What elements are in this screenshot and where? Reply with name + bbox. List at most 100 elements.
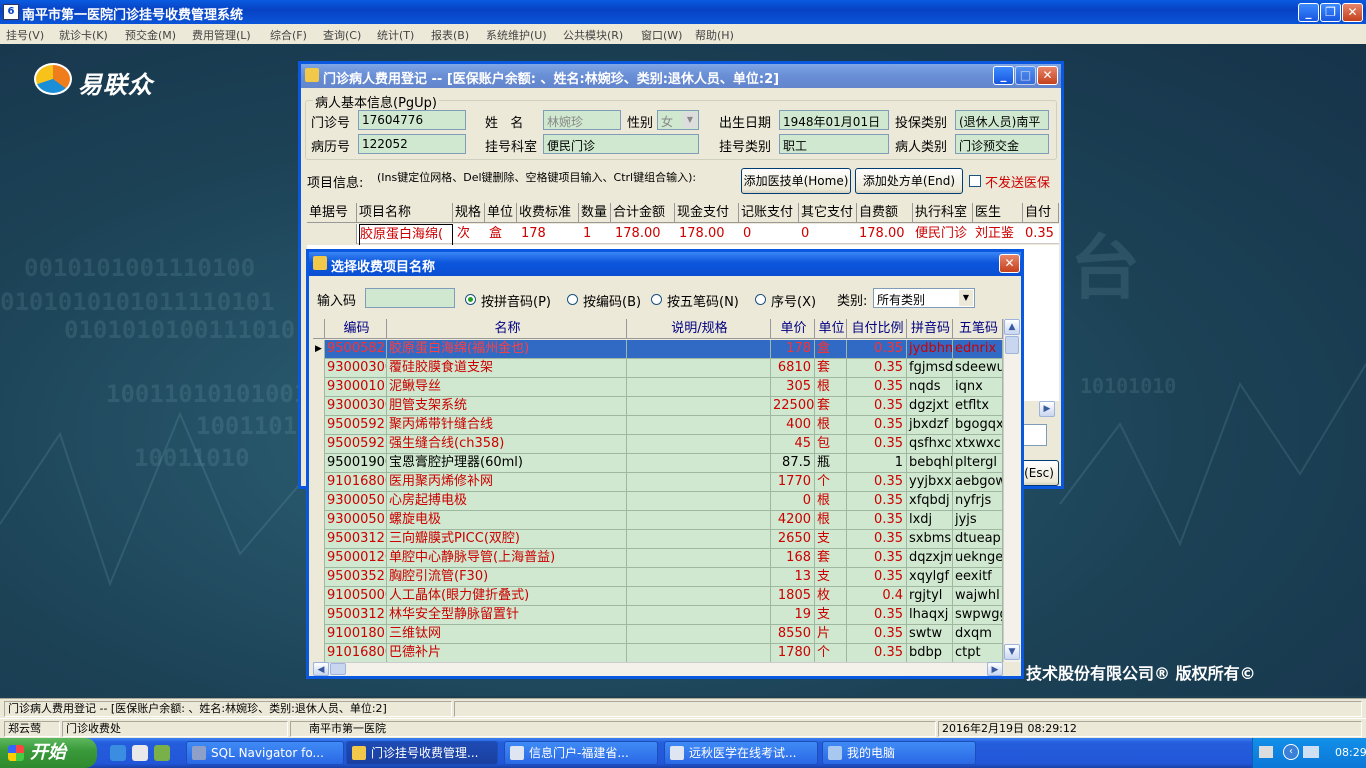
app-shortcut-icon[interactable] (154, 745, 170, 761)
ie-icon[interactable] (110, 745, 126, 761)
clinic-no-field[interactable]: 17604776 (358, 110, 466, 130)
menu-item-register[interactable]: 挂号(V) (6, 27, 44, 43)
item-grid-row[interactable]: 95003525 胸腔引流管(F30) 13 支 0.35 xqylgf eexitf (313, 568, 1003, 587)
menu-item-fee[interactable]: 费用管理(L) (192, 27, 251, 43)
item-grid-column-header[interactable]: 编码 (325, 319, 387, 339)
birth-date-field[interactable]: 1948年01月01日 (779, 110, 889, 130)
chevron-left-icon[interactable]: ‹ (1283, 744, 1299, 760)
task-clinic-system[interactable]: 门诊挂号收费管理... (346, 741, 498, 765)
patient-type-field[interactable]: 门诊预交金 (955, 134, 1049, 154)
keyboard-icon[interactable] (1259, 746, 1273, 758)
menu-item-stats[interactable]: 统计(T) (377, 27, 414, 43)
item-grid-row[interactable]: 95003125三向瓣膜式PICC(双腔) 2650支0.35sxbmspdtue… (313, 530, 1003, 549)
insurance-type-field[interactable]: (退休人员)南平 (955, 110, 1049, 130)
item-grid-row[interactable]: 93000101 泥鳅导丝 305 根 0.35 nqds iqnx (313, 378, 1003, 397)
item-grid-row[interactable]: ▶ 95005825 胶原蛋白海绵(福州金也) 178 盒 0.35 jydbhm ednri… (313, 340, 1003, 359)
menu-item-help[interactable]: 帮助(H) (695, 27, 734, 43)
task-info-portal[interactable]: 信息门户-福建省... (504, 741, 658, 765)
menu-item-report[interactable]: 报表(B) (431, 27, 469, 43)
item-grid-column-header[interactable]: 名称 (387, 319, 627, 339)
dept-field[interactable]: 便民门诊 (543, 134, 699, 154)
fee-grid-column-header[interactable]: 规格 (453, 203, 485, 223)
gender-select[interactable]: 女 ▼ (657, 110, 699, 130)
item-grid-row[interactable]: 93000501 心房起搏电极 0 根 0.35 xfqbdj nyfrjs (313, 492, 1003, 511)
item-grid-column-header[interactable]: 单位 (815, 319, 847, 339)
menu-item-query[interactable]: 查询(C) (323, 27, 361, 43)
item-grid-column-header[interactable]: 说明/规格 (627, 319, 771, 339)
fee-grid-column-header[interactable]: 其它支付 (799, 203, 857, 223)
close-button[interactable]: ✕ (999, 254, 1020, 273)
fee-grid-column-header[interactable]: 医生 (973, 203, 1023, 223)
add-medtech-button[interactable]: 添加医技单(Home) (741, 168, 851, 194)
scroll-left-icon[interactable]: ◀ (313, 662, 329, 676)
fee-grid-column-header[interactable]: 合计金额 (611, 203, 675, 223)
scroll-right-icon[interactable]: ▶ (1039, 401, 1055, 417)
start-button[interactable]: 开始 (0, 738, 97, 768)
maximize-button[interactable]: □ (1015, 66, 1036, 85)
reg-type-field[interactable]: 职工 (779, 134, 889, 154)
item-grid-vscroll[interactable]: ▲ ▼ (1003, 319, 1021, 662)
scroll-down-icon[interactable]: ▼ (1004, 644, 1020, 660)
minimize-button[interactable]: _ (993, 66, 1014, 85)
fee-grid-column-header[interactable]: 记账支付 (739, 203, 799, 223)
item-grid-row[interactable]: 91016800 巴德补片 1780 个 0.35 bdbp ctpt (313, 644, 1003, 662)
item-grid-row[interactable]: 95001900 宝恩膏腔护理器(60ml) 87.5 瓶 1 bebqhl pltergl (313, 454, 1003, 473)
explorer-icon[interactable] (132, 745, 148, 761)
item-grid-row[interactable]: 95000126 单腔中心静脉导管(上海普益) 168 套 0.35 dqzxjm uekn… (313, 549, 1003, 568)
task-exam[interactable]: 远秋医学在线考试... (664, 741, 818, 765)
fee-grid-column-header[interactable]: 收费标准 (517, 203, 579, 223)
scroll-up-icon[interactable]: ▲ (1004, 319, 1020, 335)
item-grid-row[interactable]: 91016800 医用聚丙烯修补网 1770 个 0.35 yyjbxx aebgow (313, 473, 1003, 492)
fee-total-field[interactable] (1021, 424, 1047, 446)
item-grid-row[interactable]: 95003125 林华安全型静脉留置针 19 支 0.35 lhaqxj swpwgg (313, 606, 1003, 625)
item-grid-row[interactable]: 91001801 三维钛网 8550 片 0.35 swtw dxqm (313, 625, 1003, 644)
menu-item-general[interactable]: 综合(F) (270, 27, 307, 43)
close-button[interactable]: ✕ (1342, 3, 1363, 22)
item-grid-column-header[interactable]: 拼音码 (907, 319, 953, 339)
radio-pinyin[interactable] (465, 294, 476, 305)
fee-grid-column-header[interactable]: 现金支付 (675, 203, 739, 223)
radio-code[interactable] (567, 294, 578, 305)
network-icon[interactable] (1303, 746, 1319, 758)
fee-grid-column-header[interactable]: 单位 (485, 203, 517, 223)
fee-grid-row[interactable]: 胶原蛋白海绵( 次 盒 178 1 178.00 178.00 0 0 178.… (307, 224, 1059, 246)
input-code-field[interactable] (365, 288, 455, 308)
hscroll-thumb[interactable] (330, 663, 346, 675)
item-grid-row[interactable]: 93000300 胆管支架系统 22500 套 0.35 dgzjxt etfltx (313, 397, 1003, 416)
task-my-computer[interactable]: 我的电脑 (822, 741, 976, 765)
item-grid-column-header[interactable]: 五笔码 (953, 319, 1003, 339)
record-no-field[interactable]: 122052 (358, 134, 466, 154)
menu-item-maintenance[interactable]: 系统维护(U) (486, 27, 547, 43)
menu-item-window[interactable]: 窗口(W) (641, 27, 682, 43)
task-sql-navigator[interactable]: SQL Navigator fo... (186, 741, 344, 765)
restore-button[interactable]: ❐ (1320, 3, 1341, 22)
fee-grid-column-header[interactable]: 自费额 (857, 203, 913, 223)
radio-wubi[interactable] (651, 294, 662, 305)
item-grid-row[interactable]: 93000501 螺旋电极 4200 根 0.35 lxdj jyjs (313, 511, 1003, 530)
item-grid-row[interactable]: 95005925 聚丙烯带针缝合线 400 根 0.35 jbxdzf bgogqx (313, 416, 1003, 435)
fee-grid-column-header[interactable]: 单据号 (307, 203, 357, 223)
no-send-insurance-checkbox[interactable] (969, 175, 981, 187)
item-grid-column-header[interactable]: 自付比例 (847, 319, 907, 339)
cancel-button[interactable]: (Esc) (1019, 460, 1059, 486)
item-grid-column-header[interactable]: 单价 (771, 319, 815, 339)
minimize-button[interactable]: _ (1298, 3, 1319, 22)
name-field[interactable]: 林婉珍 (543, 110, 621, 130)
category-select[interactable]: 所有类别 ▼ (873, 288, 975, 308)
close-button[interactable]: ✕ (1037, 66, 1058, 85)
scroll-thumb[interactable] (1005, 336, 1019, 354)
fee-grid-column-header[interactable]: 项目名称 (357, 203, 453, 223)
menu-item-card[interactable]: 就诊卡(K) (59, 27, 108, 43)
radio-serial[interactable] (755, 294, 766, 305)
menu-item-public[interactable]: 公共模块(R) (563, 27, 623, 43)
fee-grid-column-header[interactable]: 执行科室 (913, 203, 973, 223)
scroll-right-icon[interactable]: ▶ (987, 662, 1003, 676)
item-grid-row[interactable]: 93000300 覆硅胶膜食道支架 6810 套 0.35 fgjmsd sdeewu (313, 359, 1003, 378)
item-grid-row[interactable]: 91005000 人工晶体(眼力健折叠式) 1805 枚 0.4 rgjtyl wajwhl (313, 587, 1003, 606)
item-grid-row[interactable]: 95005925 强生缝合线(ch358) 45 包 0.35 qsfhxc xtxwxc (313, 435, 1003, 454)
fee-grid-column-header[interactable]: 数量 (579, 203, 611, 223)
item-grid-hscroll[interactable]: ◀ ▶ (313, 662, 1003, 676)
fee-grid-column-header[interactable]: 自付 (1023, 203, 1059, 223)
menu-item-prepay[interactable]: 预交金(M) (125, 27, 176, 43)
add-prescription-button[interactable]: 添加处方单(End) (855, 168, 963, 194)
